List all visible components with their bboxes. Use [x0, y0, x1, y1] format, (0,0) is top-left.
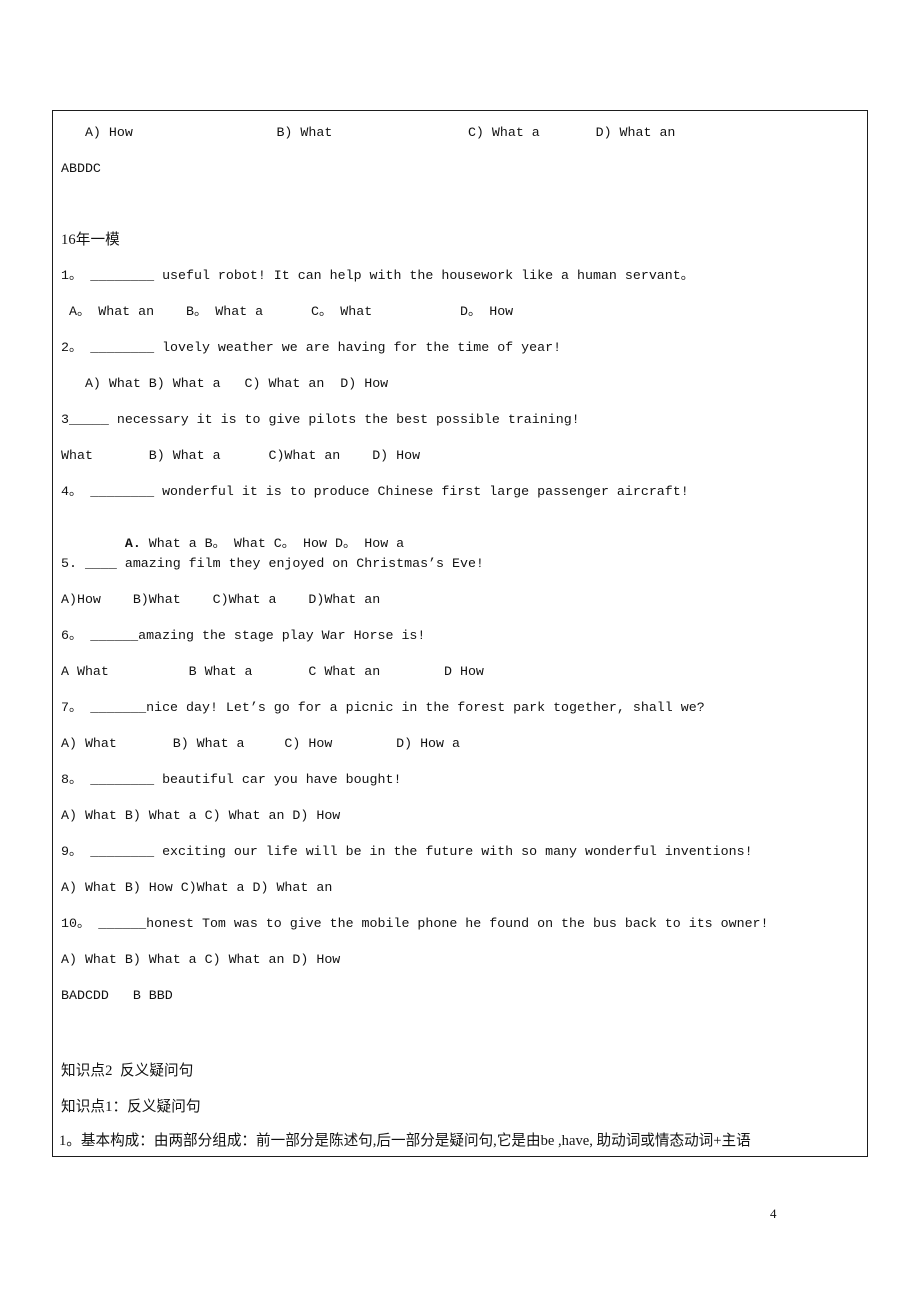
question-2-stem: 2。 ________ lovely weather we are having… — [61, 340, 562, 355]
exercise-table-cell: A) How B) What C) What a D) What an ABDD… — [53, 111, 867, 1156]
section-heading: 16年一模 — [61, 232, 120, 248]
document-page: A) How B) What C) What a D) What an ABDD… — [0, 0, 920, 1302]
question-9-stem: 9。 ________ exciting our life will be in… — [61, 844, 753, 859]
question-4-option-a-label: A. — [124, 536, 141, 551]
question-4-options-rest: What a B。 What C。 How D。 How a — [140, 536, 405, 551]
question-8-options: A) What B) What a C) What an D) How — [61, 808, 341, 823]
question-1-options: A。 What an B。 What a C。 What D。 How — [61, 304, 514, 319]
question-10-options: A) What B) What a C) What an D) How — [61, 952, 341, 967]
question-8-stem: 8。 ________ beautiful car you have bough… — [61, 772, 402, 787]
question-4-stem: 4。 ________ wonderful it is to produce C… — [61, 484, 689, 499]
question-2-options: A) What B) What a C) What an D) How — [61, 376, 389, 391]
previous-question-options: A) How B) What C) What a D) What an — [61, 125, 676, 140]
question-6-stem: 6。 ______amazing the stage play War Hors… — [61, 628, 426, 643]
question-5-stem: 5. ____ amazing film they enjoyed on Chr… — [61, 556, 484, 571]
knowledge-point-1-title: 知识点1：反义疑问句 — [61, 1099, 201, 1115]
question-1-stem: 1。 ________ useful robot! It can help wi… — [61, 268, 695, 283]
question-7-options: A) What B) What a C) How D) How a — [61, 736, 460, 751]
question-5-options: A)How B)What C)What a D)What an — [61, 592, 381, 607]
question-3-stem: 3_____ necessary it is to give pilots th… — [61, 412, 580, 427]
question-3-options: What B) What a C)What an D) How — [61, 448, 421, 463]
previous-answer-key: ABDDC — [61, 161, 101, 176]
question-7-stem: 7。 _______nice day! Let’s go for a picni… — [61, 700, 705, 715]
knowledge-point-1-body: 1。基本构成：由两部分组成：前一部分是陈述句,后一部分是疑问句,它是由be ,h… — [59, 1133, 751, 1149]
question-9-options: A) What B) How C)What a D) What an — [61, 880, 333, 895]
exercise-table-box: A) How B) What C) What a D) What an ABDD… — [52, 110, 868, 1157]
answer-key: BADCDD B BBD — [61, 988, 173, 1003]
question-6-options: A What B What a C What an D How — [61, 664, 484, 679]
question-10-stem: 10。 ______honest Tom was to give the mob… — [61, 916, 769, 931]
page-number: 4 — [770, 1206, 777, 1221]
knowledge-point-2-title: 知识点2 反义疑问句 — [61, 1063, 194, 1079]
